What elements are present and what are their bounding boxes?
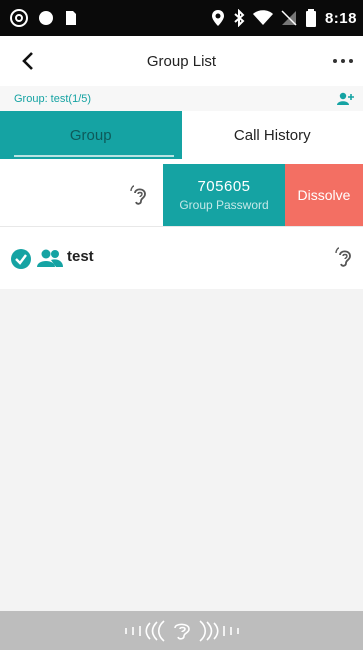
record-icon: [39, 11, 53, 25]
ear-icon: [335, 247, 351, 267]
group-password-label: Group Password: [179, 198, 269, 212]
check-circle-icon[interactable]: [10, 248, 32, 270]
app-header: Group List: [0, 36, 363, 86]
bluetooth-icon: [234, 9, 245, 27]
app-logo-icon: [10, 9, 28, 27]
more-options-button[interactable]: [331, 50, 355, 72]
list-empty-area: [0, 289, 363, 611]
tab-bar: Group Call History: [0, 111, 363, 159]
group-info-text: Group: test(1/5): [14, 92, 92, 105]
dissolve-label: Dissolve: [297, 187, 351, 203]
tab-call-history[interactable]: Call History: [182, 111, 363, 159]
wifi-icon: [252, 10, 273, 25]
location-icon: [211, 10, 224, 26]
add-member-icon[interactable]: [337, 92, 355, 106]
group-password-value: 705605: [197, 178, 251, 195]
page-title: Group List: [146, 52, 217, 70]
status-bar: 8:18: [0, 0, 363, 36]
group-row-swiped[interactable]: 705605 Group Password Dissolve: [0, 164, 363, 227]
tab-group-label: Group: [69, 126, 112, 144]
group-members-icon: [37, 249, 63, 267]
group-name: test: [67, 248, 94, 265]
sim-card-icon: [66, 11, 76, 25]
dissolve-button[interactable]: Dissolve: [285, 164, 363, 226]
battery-icon: [305, 9, 316, 27]
back-button[interactable]: [18, 50, 40, 72]
group-info-bar: Group: test(1/5): [0, 86, 363, 111]
clock: 8:18: [324, 9, 357, 27]
signal-icon: [281, 10, 297, 26]
group-row[interactable]: test: [0, 227, 363, 289]
ear-icon: [130, 185, 146, 205]
push-to-talk-bar[interactable]: [0, 611, 363, 650]
talk-wave-icon: [124, 619, 239, 642]
tab-group[interactable]: Group: [0, 111, 182, 159]
group-password-button[interactable]: 705605 Group Password: [163, 164, 285, 226]
tab-call-history-label: Call History: [233, 126, 311, 144]
